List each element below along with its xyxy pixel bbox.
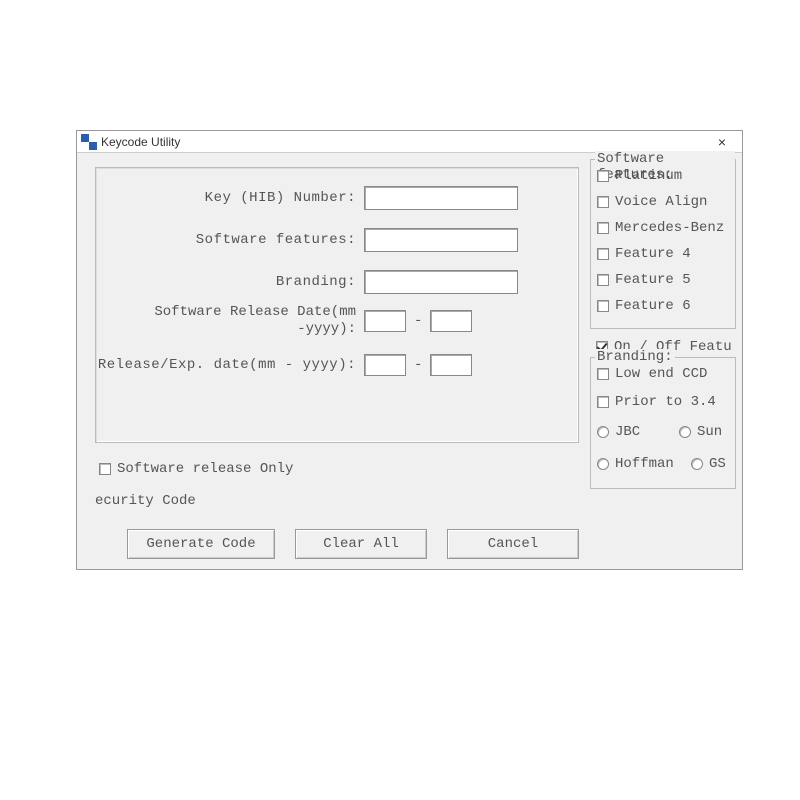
radio-icon: [597, 426, 609, 438]
software-features-label: Software features:: [96, 232, 356, 248]
exp-month-input[interactable]: [364, 354, 406, 376]
prior-3-4-checkbox[interactable]: Prior to 3.4: [597, 394, 716, 410]
dash-separator: -: [414, 313, 422, 329]
software-features-input[interactable]: [364, 228, 518, 252]
main-frame: Key (HIB) Number: Software features: Bra…: [95, 167, 579, 443]
clear-all-button[interactable]: Clear All: [295, 529, 427, 559]
dash-separator-2: -: [414, 357, 422, 373]
feature-mercedes-benz-checkbox[interactable]: Mercedes-Benz: [597, 220, 724, 236]
low-end-ccd-checkbox[interactable]: Low end CCD: [597, 366, 707, 382]
checkbox-icon: [597, 300, 609, 312]
hoffman-radio[interactable]: Hoffman: [597, 456, 674, 472]
radio-icon: [679, 426, 691, 438]
jbc-radio[interactable]: JBC: [597, 424, 640, 440]
checkbox-icon: [597, 274, 609, 286]
branding-group: Branding: Low end CCD Prior to 3.4 JBC S…: [590, 357, 736, 489]
checkbox-icon: [99, 463, 111, 475]
feature-platinum-checkbox[interactable]: Platinum: [597, 168, 682, 184]
exp-year-input[interactable]: [430, 354, 472, 376]
software-features-group: Software features: Platinum Voice Align …: [590, 159, 736, 329]
feature-6-checkbox[interactable]: Feature 6: [597, 298, 691, 314]
radio-icon: [691, 458, 703, 470]
feature-voice-align-checkbox[interactable]: Voice Align: [597, 194, 707, 210]
branding-legend: Branding:: [595, 349, 675, 365]
checkbox-icon: [597, 196, 609, 208]
feature-5-checkbox[interactable]: Feature 5: [597, 272, 691, 288]
app-icon: [81, 134, 97, 150]
generate-code-button[interactable]: Generate Code: [127, 529, 275, 559]
release-year-input[interactable]: [430, 310, 472, 332]
release-date-label: Software Release Date(mm -yyyy):: [96, 304, 356, 338]
branding-input[interactable]: [364, 270, 518, 294]
close-icon[interactable]: ×: [702, 131, 742, 153]
window-title: Keycode Utility: [101, 135, 702, 149]
release-month-input[interactable]: [364, 310, 406, 332]
cancel-button[interactable]: Cancel: [447, 529, 579, 559]
checkbox-icon: [597, 396, 609, 408]
software-release-only-checkbox[interactable]: Software release Only: [99, 461, 293, 477]
gs-radio[interactable]: GS: [691, 456, 726, 472]
branding-label: Branding:: [96, 274, 356, 290]
sun-radio[interactable]: Sun: [679, 424, 722, 440]
security-code-label: ecurity Code: [95, 493, 196, 509]
keycode-utility-window: Keycode Utility × Key (HIB) Number: Soft…: [76, 130, 743, 570]
exp-date-label: Release/Exp. date(mm - yyyy):: [96, 357, 356, 373]
checkbox-icon: [597, 248, 609, 260]
feature-4-checkbox[interactable]: Feature 4: [597, 246, 691, 262]
key-number-input[interactable]: [364, 186, 518, 210]
client-area: Key (HIB) Number: Software features: Bra…: [77, 153, 742, 569]
titlebar: Keycode Utility ×: [77, 131, 742, 153]
checkbox-icon: [597, 222, 609, 234]
checkbox-icon: [597, 368, 609, 380]
key-number-label: Key (HIB) Number:: [96, 190, 356, 206]
radio-icon: [597, 458, 609, 470]
checkbox-icon: [597, 170, 609, 182]
